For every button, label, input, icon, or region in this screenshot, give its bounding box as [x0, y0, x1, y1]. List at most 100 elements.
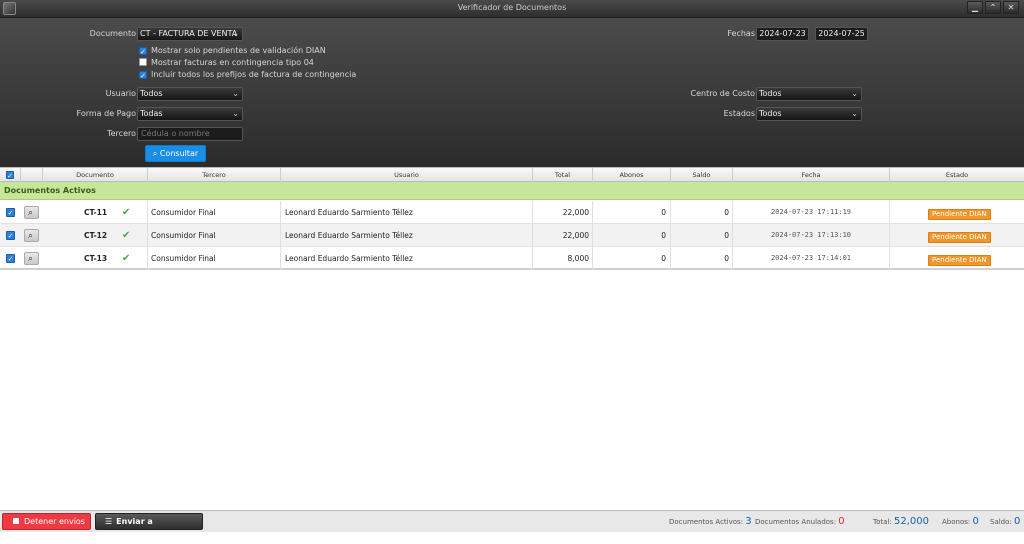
- filter-panel: Documento CT - FACTURA DE VENTA ⌄ ✓ Mostr…: [0, 18, 1024, 167]
- group-documentos-activos: Documentos Activos: [0, 182, 1024, 200]
- cell-fecha: 2024-07-23 17:13:10: [733, 224, 890, 247]
- minimize-button[interactable]: ▁: [967, 1, 983, 14]
- status-bar: Detener envíos ☰ Enviar a Facturación Doc…: [0, 510, 1024, 541]
- window-title: Verificador de Documentos: [457, 3, 567, 12]
- fechas-label: Fechas: [727, 29, 755, 38]
- checkbox-pendientes[interactable]: ✓ Mostrar solo pendientes de validación D…: [139, 45, 326, 56]
- chevron-down-icon: ⌄: [232, 29, 239, 38]
- cell-total: 22,000: [533, 201, 593, 224]
- cell-total: 22,000: [533, 224, 593, 247]
- cell-saldo: 0: [671, 247, 733, 270]
- checkbox-prefijos[interactable]: ✓ Incluir todos los prefijos de factura d…: [139, 69, 356, 80]
- table-row[interactable]: ✓ ⌕ CT-11 ✔ Consumidor Final Leonard Edu…: [0, 201, 1024, 224]
- usuario-value: Todos: [140, 89, 163, 98]
- stat-total-value: 52,000: [893, 516, 929, 527]
- stat-saldo-label: Saldo:: [990, 518, 1012, 526]
- header-saldo[interactable]: Saldo: [671, 168, 733, 182]
- stat-total: Total: 52,000: [873, 516, 929, 527]
- row-checkbox[interactable]: ✓: [6, 208, 15, 217]
- search-icon: ⌕: [28, 231, 34, 241]
- usuario-select[interactable]: Todos ⌄: [137, 87, 243, 101]
- table-header: ✓ Documento Tercero Usuario Total Abonos…: [0, 167, 1024, 182]
- cell-fecha: 2024-07-23 17:14:01: [733, 247, 890, 270]
- cell-tercero: Consumidor Final: [148, 224, 281, 247]
- row-checkbox[interactable]: ✓: [6, 231, 15, 240]
- close-button[interactable]: ✕: [1003, 1, 1019, 14]
- estados-select[interactable]: Todos ⌄: [756, 107, 862, 121]
- centro-costo-value: Todos: [759, 89, 782, 98]
- status-badge: Pendiente DIAN: [928, 209, 991, 220]
- check-icon: ✔: [122, 253, 131, 264]
- consultar-label: Consultar: [159, 149, 199, 158]
- header-fecha[interactable]: Fecha: [733, 168, 890, 182]
- enviar-facturacion-button[interactable]: ☰ Enviar a Facturación: [95, 513, 203, 541]
- table-row[interactable]: ✓ ⌕ CT-12 ✔ Consumidor Final Leonard Edu…: [0, 224, 1024, 247]
- tercero-label: Tercero: [107, 129, 136, 138]
- estados-value: Todos: [759, 109, 782, 118]
- cell-documento: CT-12: [43, 224, 148, 247]
- chevron-down-icon: ⌄: [851, 109, 858, 118]
- cell-abonos: 0: [593, 201, 671, 224]
- centro-costo-label: Centro de Costo: [690, 89, 756, 98]
- stat-anulados: Documentos Anulados: 0: [755, 516, 845, 527]
- maximize-button[interactable]: ⌃: [985, 1, 1001, 14]
- title-bar: Verificador de Documentos ▁ ⌃ ✕: [0, 0, 1024, 18]
- search-icon: ⌕: [28, 208, 34, 218]
- cell-saldo: 0: [671, 201, 733, 224]
- cell-documento: CT-13: [43, 247, 148, 270]
- header-total[interactable]: Total: [533, 168, 593, 182]
- forma-pago-select[interactable]: Todas ⌄: [137, 107, 243, 121]
- stat-abonos: Abonos: 0: [942, 516, 979, 527]
- group-label: Documentos Activos: [4, 186, 96, 195]
- stop-icon: [13, 518, 19, 524]
- stat-saldo-value: 0: [1014, 516, 1021, 527]
- chevron-down-icon: ⌄: [232, 89, 239, 98]
- chevron-down-icon: ⌄: [232, 109, 239, 118]
- cell-tercero: Consumidor Final: [148, 247, 281, 270]
- fecha-desde-input[interactable]: 2024-07-23: [756, 27, 809, 41]
- checkbox-prefijos-label: Incluir todos los prefijos de factura de…: [151, 70, 357, 79]
- detener-envios-button[interactable]: Detener envíos: [2, 513, 91, 530]
- header-usuario[interactable]: Usuario: [281, 168, 533, 182]
- cell-abonos: 0: [593, 224, 671, 247]
- stat-abonos-label: Abonos:: [942, 518, 971, 526]
- stat-anulados-value: 0: [838, 516, 845, 527]
- documento-select[interactable]: CT - FACTURA DE VENTA ⌄: [137, 27, 243, 41]
- cell-usuario: Leonard Eduardo Sarmiento Téllez: [281, 224, 533, 247]
- header-documento[interactable]: Documento: [43, 168, 148, 182]
- cell-usuario: Leonard Eduardo Sarmiento Téllez: [281, 247, 533, 270]
- stat-activos: Documentos Activos: 3: [669, 516, 752, 527]
- header-abonos[interactable]: Abonos: [593, 168, 671, 182]
- centro-costo-select[interactable]: Todos ⌄: [756, 87, 862, 101]
- cell-total: 8,000: [533, 247, 593, 270]
- tercero-input[interactable]: Cédula o nombre: [137, 127, 243, 141]
- status-badge: Pendiente DIAN: [928, 232, 991, 243]
- consultar-button[interactable]: ⌕ Consultar: [145, 145, 206, 162]
- select-all-checkbox[interactable]: ✓: [6, 171, 14, 180]
- checkbox-contingencia-label: Mostrar facturas en contingencia tipo 04: [151, 58, 314, 67]
- checkbox-contingencia[interactable]: Mostrar facturas en contingencia tipo 04: [139, 57, 314, 68]
- search-icon: ⌕: [28, 254, 34, 264]
- view-document-button[interactable]: ⌕: [24, 206, 39, 219]
- documento-value: CT - FACTURA DE VENTA: [140, 29, 238, 38]
- view-document-button[interactable]: ⌕: [24, 252, 39, 265]
- checkbox-checked-icon[interactable]: ✓: [139, 71, 147, 80]
- detener-envios-label: Detener envíos: [24, 517, 85, 526]
- cell-tercero: Consumidor Final: [148, 201, 281, 224]
- documento-label: Documento: [89, 29, 136, 38]
- row-checkbox[interactable]: ✓: [6, 254, 15, 263]
- header-tercero[interactable]: Tercero: [148, 168, 281, 182]
- estados-label: Estados: [723, 109, 755, 118]
- table-row[interactable]: ✓ ⌕ CT-13 ✔ Consumidor Final Leonard Edu…: [0, 247, 1024, 270]
- checkbox-checked-icon[interactable]: ✓: [139, 47, 147, 56]
- cell-abonos: 0: [593, 247, 671, 270]
- check-icon: ✔: [122, 207, 131, 218]
- header-estado[interactable]: Estado: [890, 168, 1024, 182]
- checkbox-pendientes-label: Mostrar solo pendientes de validación DI…: [151, 46, 326, 55]
- chevron-down-icon: ⌄: [851, 89, 858, 98]
- select-all-cell: ✓: [0, 168, 21, 182]
- status-badge: Pendiente DIAN: [928, 255, 991, 266]
- view-document-button[interactable]: ⌕: [24, 229, 39, 242]
- fecha-hasta-input[interactable]: 2024-07-25: [815, 27, 868, 41]
- checkbox-unchecked-icon[interactable]: [139, 58, 147, 66]
